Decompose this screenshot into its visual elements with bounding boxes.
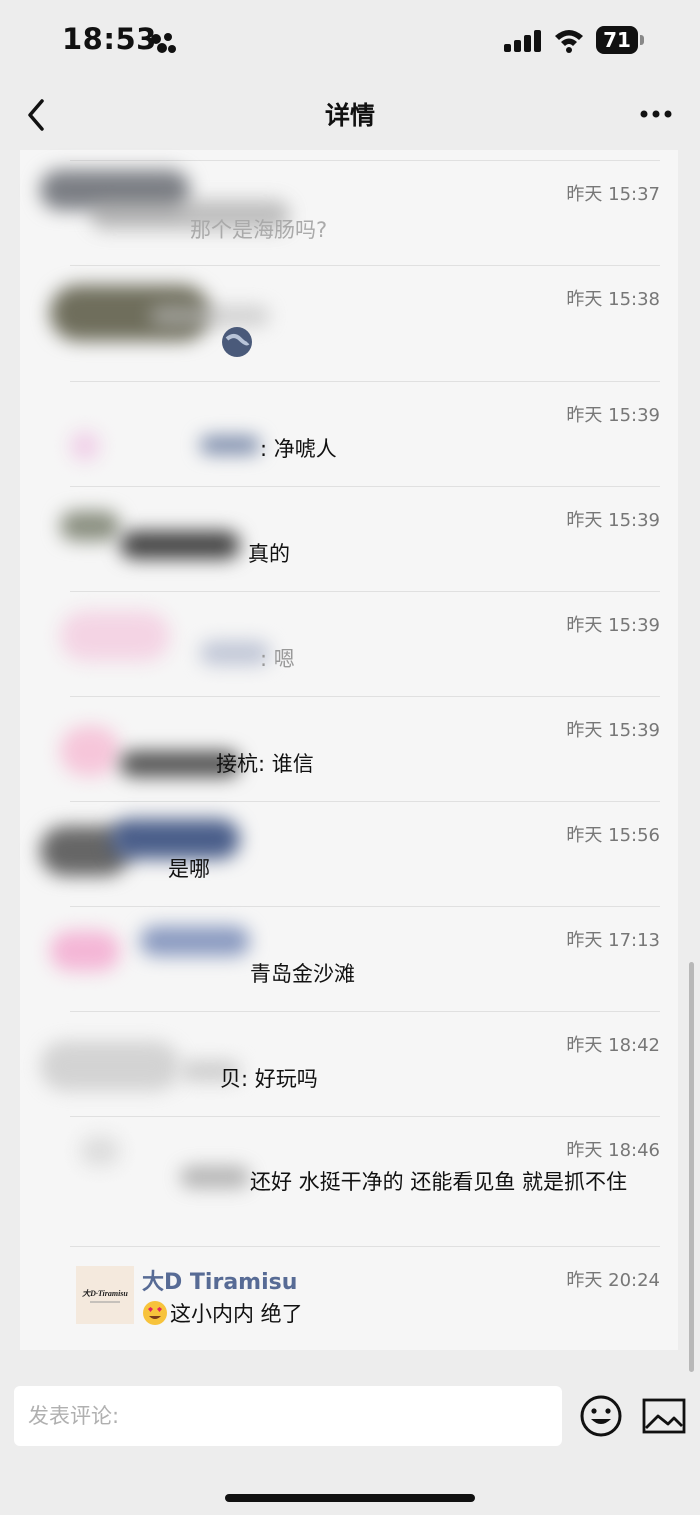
comment-item[interactable]: 昨天 17:13 青岛金沙滩: [50, 906, 660, 1011]
home-indicator[interactable]: [225, 1494, 475, 1502]
status-bar: 18:53 71: [0, 0, 700, 80]
comment-text: 青岛金沙滩: [250, 962, 355, 986]
comment-body: 这小内内 绝了: [142, 1298, 303, 1330]
heart-eyes-emoji-icon: [143, 1301, 167, 1325]
divider: [70, 1116, 660, 1117]
comment-time: 昨天 15:39: [566, 720, 660, 741]
comment-item[interactable]: 昨天 15:56 是哪: [40, 801, 660, 906]
divider: [70, 486, 660, 487]
comment-item[interactable]: 大D·Tiramisu 大D Tiramisu 昨天 20:24 这小内内 绝了: [70, 1246, 660, 1350]
more-options-icon[interactable]: [636, 102, 676, 126]
divider: [70, 591, 660, 592]
emoji-smile-icon[interactable]: [579, 1394, 623, 1438]
redacted-name: [120, 531, 240, 559]
divider: [70, 1246, 660, 1247]
comment-time: 昨天 15:38: [566, 289, 660, 310]
divider: [70, 381, 660, 382]
avatar-text: 大D·Tiramisu: [81, 1289, 128, 1298]
comment-item[interactable]: 昨天 15:39 : 净唬人: [70, 381, 660, 486]
comment-text: 真的: [248, 542, 290, 566]
comment-text: 接杭: 谁信: [216, 752, 314, 776]
redacted-avatar: [70, 431, 100, 461]
redacted-name: [200, 436, 260, 454]
redacted-avatar: [60, 511, 120, 541]
wifi-icon: [555, 30, 583, 53]
divider: [70, 1011, 660, 1012]
comments-panel: 昨天 15:37 那个是海肠吗? 昨天 15:38 昨天 15:39 : 净唬人…: [20, 150, 678, 1350]
comment-text: 贝: 好玩吗: [220, 1067, 318, 1091]
focus-mode-icon: [151, 33, 176, 53]
comment-text: 那个是海肠吗?: [190, 218, 328, 242]
redacted-avatar: [80, 1136, 120, 1166]
comment-time: 昨天 15:39: [566, 510, 660, 531]
divider: [70, 696, 660, 697]
comment-item[interactable]: 昨天 15:38: [50, 265, 660, 381]
redacted-avatar: [40, 1041, 180, 1091]
comment-item[interactable]: 昨天 15:39 : 嗯: [60, 591, 660, 696]
comment-item[interactable]: 昨天 18:42 贝: 好玩吗: [40, 1011, 660, 1116]
comment-time: 昨天 17:13: [566, 930, 660, 951]
comment-text: : 嗯: [260, 647, 295, 671]
cellular-signal-icon: [504, 30, 541, 52]
redacted-avatar: [60, 611, 170, 661]
image-icon[interactable]: [642, 1398, 686, 1434]
divider: [70, 265, 660, 266]
redacted-avatar: [50, 931, 120, 971]
comment-time: 昨天 15:39: [566, 405, 660, 426]
comment-text: 是哪: [168, 857, 210, 881]
comment-time: 昨天 20:24: [566, 1270, 660, 1291]
battery-level: 71: [596, 26, 638, 54]
divider: [70, 801, 660, 802]
comment-time: 昨天 18:42: [566, 1035, 660, 1056]
battery-icon: 71: [596, 26, 644, 54]
status-time: 18:53: [62, 22, 157, 56]
comment-text: 还好 水挺干净的 还能看见鱼 就是抓不住: [250, 1170, 628, 1194]
redacted-name: [140, 926, 250, 956]
comment-item[interactable]: 昨天 15:39 接杭: 谁信: [60, 696, 660, 801]
scrollbar[interactable]: [689, 962, 694, 1372]
comment-input[interactable]: [14, 1386, 562, 1446]
divider: [70, 160, 660, 161]
nav-bar: 详情: [0, 80, 700, 150]
divider: [70, 906, 660, 907]
page-title: 详情: [324, 101, 375, 130]
comment-time: 昨天 15:39: [566, 615, 660, 636]
avatar[interactable]: 大D·Tiramisu: [76, 1266, 134, 1324]
comment-time: 昨天 15:37: [566, 184, 660, 205]
comment-text: 这小内内 绝了: [170, 1302, 303, 1326]
globe-emoji-icon: [222, 327, 252, 357]
comment-time: 昨天 18:46: [566, 1140, 660, 1161]
commenter-name[interactable]: 大D Tiramisu: [142, 1264, 297, 1296]
comment-item[interactable]: 昨天 18:46 还好 水挺干净的 还能看见鱼 就是抓不住: [70, 1116, 660, 1250]
redacted-avatar: [60, 726, 120, 776]
redacted-name: [150, 305, 270, 327]
comment-text: : 净唬人: [260, 437, 337, 461]
comment-item[interactable]: 昨天 15:37 那个是海肠吗?: [40, 160, 660, 265]
comment-item[interactable]: 昨天 15:39 真的: [60, 486, 660, 591]
comment-time: 昨天 15:56: [566, 825, 660, 846]
